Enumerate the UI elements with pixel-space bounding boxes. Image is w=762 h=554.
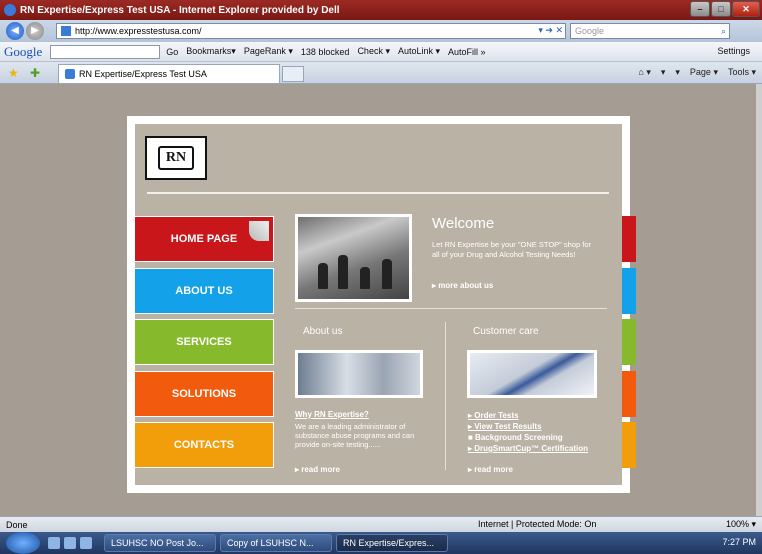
tab-bar: ★ ✚ RN Expertise/Express Test USA ⌂ ▾ ▾ …: [0, 62, 762, 84]
home-button[interactable]: ⌂ ▾: [638, 67, 650, 78]
pens-image: [467, 350, 597, 398]
chess-image: [295, 214, 412, 302]
ie-quicklaunch-icon[interactable]: [80, 537, 92, 549]
rn-logo[interactable]: RN: [145, 136, 207, 180]
ie-icon: [4, 4, 16, 16]
right-tab-blue: [622, 268, 636, 314]
taskbar: LSUHSC NO Post Jo... Copy of LSUHSC N...…: [0, 532, 762, 554]
page-curl-graphic: [249, 221, 269, 241]
taskbar-item[interactable]: Copy of LSUHSC N...: [220, 534, 332, 552]
content-divider: [295, 308, 607, 309]
tab-label: RN Expertise/Express Test USA: [79, 69, 207, 79]
drugsmartcup-link[interactable]: ▸ DrugSmartCup™ Certification: [468, 443, 588, 454]
url-field[interactable]: http://www.expresstestusa.com/ ▾ ➔ ✕: [56, 23, 566, 39]
autolink-button[interactable]: AutoLink ▾: [398, 46, 440, 57]
right-tab-yellow: [622, 422, 636, 468]
nav-services-label: SERVICES: [176, 336, 232, 348]
about-us-heading: About us: [303, 326, 343, 337]
welcome-heading: Welcome: [432, 215, 495, 232]
nav-home-page[interactable]: HOME PAGE: [134, 216, 274, 262]
taskbar-item-label: LSUHSC NO Post Jo...: [111, 538, 204, 548]
column-divider: [445, 322, 446, 470]
customer-care-heading: Customer care: [473, 326, 539, 337]
zoom-level[interactable]: 100% ▾: [726, 519, 756, 530]
bookmarks-button[interactable]: Bookmarks▾: [186, 46, 236, 57]
status-text: Done: [6, 519, 28, 530]
taskbar-item-active[interactable]: RN Expertise/Expres...: [336, 534, 448, 552]
autofill-button[interactable]: AutoFill »: [448, 47, 486, 57]
google-toolbar: Google Go Bookmarks▾ PageRank ▾ 138 bloc…: [0, 42, 762, 62]
search-icon[interactable]: ⌕: [721, 24, 726, 38]
nav-contacts-label: CONTACTS: [173, 439, 235, 451]
nav-contacts[interactable]: CONTACTS: [134, 422, 274, 468]
taskbar-item-label: Copy of LSUHSC N...: [227, 538, 314, 548]
website-frame: RN HOME PAGE ABOUT US SERVICES SOLUTIONS…: [127, 116, 636, 493]
add-favorites-icon[interactable]: ✚: [30, 66, 40, 80]
search-placeholder: Google: [575, 26, 605, 36]
window-titlebar: RN Expertise/Express Test USA - Internet…: [0, 0, 762, 20]
google-search-input[interactable]: [50, 44, 161, 59]
favorites-star-icon[interactable]: ★: [8, 66, 19, 80]
nav-about-label: ABOUT US: [175, 285, 233, 297]
url-text: http://www.expresstestusa.com/: [75, 26, 202, 36]
feeds-button[interactable]: ▾: [661, 67, 666, 78]
website-content: RN HOME PAGE ABOUT US SERVICES SOLUTIONS…: [134, 124, 636, 485]
tools-menu[interactable]: Tools ▾: [728, 67, 756, 78]
search-input[interactable]: Google ⌕: [570, 23, 730, 39]
close-button[interactable]: ✕: [732, 1, 760, 17]
taskbar-item[interactable]: LSUHSC NO Post Jo...: [104, 534, 216, 552]
nav-about-us[interactable]: ABOUT US: [134, 268, 274, 314]
window-title: RN Expertise/Express Test USA - Internet…: [20, 4, 340, 16]
address-bar: ◀ ▶ http://www.expresstestusa.com/ ▾ ➔ ✕…: [0, 20, 762, 42]
tab-rn-expertise[interactable]: RN Expertise/Express Test USA: [58, 64, 280, 83]
view-test-results-link[interactable]: ▸ View Test Results: [468, 421, 588, 432]
minimize-button[interactable]: –: [690, 1, 710, 17]
quicklaunch-icon[interactable]: [64, 537, 76, 549]
right-tab-red: [622, 216, 636, 262]
popup-blocked-button[interactable]: 138 blocked: [301, 47, 350, 57]
pagerank-button[interactable]: PageRank ▾: [244, 46, 293, 57]
order-tests-link[interactable]: ▸ Order Tests: [468, 410, 588, 421]
back-button[interactable]: ◀: [6, 22, 24, 40]
nav-home-label: HOME PAGE: [170, 233, 238, 245]
tab-page-icon: [65, 69, 75, 79]
care-read-more-link[interactable]: ▸ read more: [468, 465, 513, 474]
meeting-image: [295, 350, 423, 398]
print-button[interactable]: ▾: [675, 67, 680, 78]
right-tab-orange: [622, 371, 636, 417]
clock[interactable]: 7:27 PM: [722, 537, 756, 547]
maximize-button[interactable]: □: [711, 1, 731, 17]
why-rn-expertise-link[interactable]: Why RN Expertise?: [295, 410, 369, 419]
google-logo: Google: [4, 43, 43, 59]
background-screening-item[interactable]: ■ Background Screening: [468, 432, 588, 443]
nav-solutions[interactable]: SOLUTIONS: [134, 371, 274, 417]
right-tab-green: [622, 319, 636, 365]
check-button[interactable]: Check ▾: [357, 46, 390, 57]
scrollbar[interactable]: [756, 84, 762, 516]
about-text: We are a leading administrator of substa…: [295, 422, 415, 449]
more-about-us-link[interactable]: ▸ more about us: [432, 281, 493, 290]
quicklaunch-icon[interactable]: [48, 537, 60, 549]
go-button[interactable]: Go: [166, 47, 178, 57]
security-zone[interactable]: Internet | Protected Mode: On: [478, 519, 596, 529]
page-icon: [61, 26, 71, 36]
logo-text: RN: [157, 146, 195, 170]
customer-care-list: ▸ Order Tests ▸ View Test Results ■ Back…: [468, 410, 588, 454]
page-menu[interactable]: Page ▾: [690, 67, 718, 78]
status-bar: Done Internet | Protected Mode: On 100% …: [0, 516, 762, 532]
nav-solutions-label: SOLUTIONS: [171, 388, 237, 400]
forward-button[interactable]: ▶: [26, 22, 44, 40]
start-button[interactable]: [6, 532, 40, 554]
nav-services[interactable]: SERVICES: [134, 319, 274, 365]
about-read-more-link[interactable]: ▸ read more: [295, 465, 340, 474]
welcome-text: Let RN Expertise be your "ONE STOP" shop…: [432, 240, 592, 259]
taskbar-item-label: RN Expertise/Expres...: [343, 538, 435, 548]
refresh-stop-icons[interactable]: ▾ ➔ ✕: [538, 25, 563, 36]
header-divider: [147, 192, 609, 194]
new-tab-button[interactable]: [282, 66, 304, 82]
settings-button[interactable]: Settings: [717, 46, 750, 56]
